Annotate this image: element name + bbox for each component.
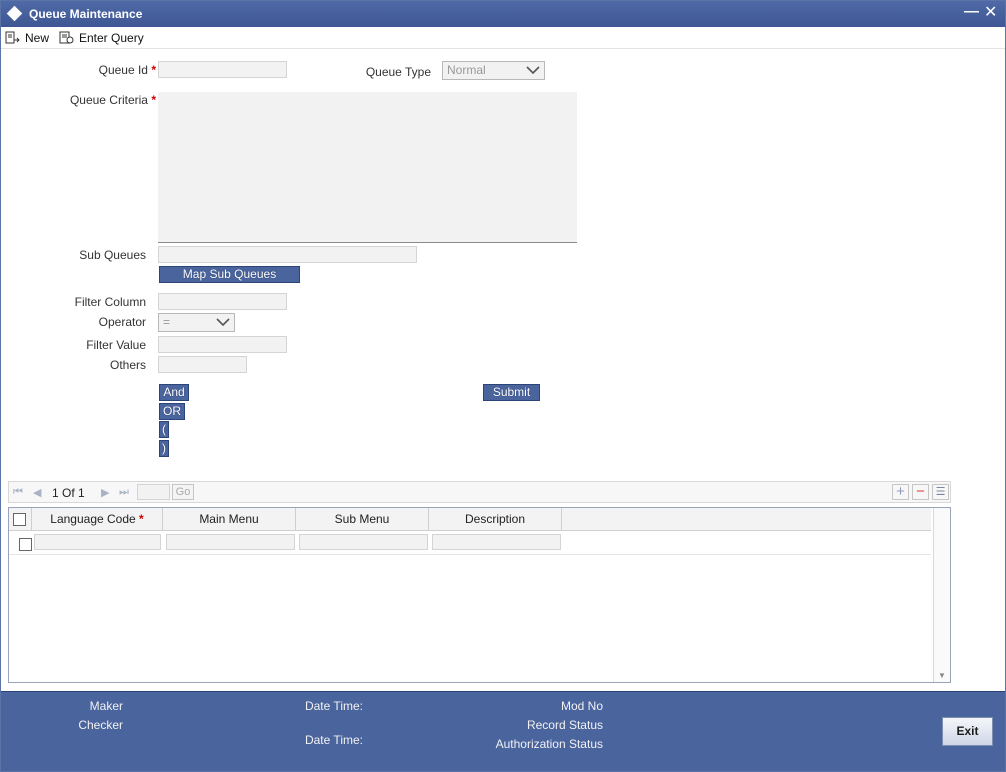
queue-criteria-textarea[interactable] [158, 92, 577, 243]
authorization-status-label: Authorization Status [495, 737, 603, 751]
last-page-icon[interactable]: ⏭ [119, 486, 129, 499]
single-view-icon[interactable]: ☰ [932, 484, 949, 500]
maker-label: Maker [89, 699, 123, 713]
close-icon[interactable]: ✕ [984, 2, 997, 22]
grid-vertical-scrollbar[interactable]: ▼ [933, 508, 950, 682]
close-paren-button[interactable]: ) [159, 440, 169, 457]
others-input[interactable] [158, 356, 247, 373]
grid-pagination-bar: ⏮ ◀ 1 Of 1 ▶ ⏭ Go + − ☰ [8, 481, 951, 503]
go-button[interactable]: Go [172, 484, 194, 500]
grid-header: Language Code * Main Menu Sub Menu Descr… [9, 508, 931, 531]
page-total: 1 [78, 486, 85, 500]
toolbar: New Enter Query [1, 27, 1005, 49]
queue-maintenance-window: Queue Maintenance — ✕ New Enter Query Qu… [0, 0, 1006, 772]
app-diamond-icon [6, 5, 23, 22]
first-page-icon[interactable]: ⏮ [13, 486, 23, 499]
add-row-icon[interactable]: + [892, 484, 909, 500]
column-header-sub-menu[interactable]: Sub Menu [296, 508, 429, 531]
delete-row-icon[interactable]: − [912, 484, 929, 500]
maker-date-time-label: Date Time: [304, 699, 363, 713]
column-header-language-code[interactable]: Language Code * [32, 508, 163, 531]
queue-criteria-label-text: Queue Criteria [69, 93, 148, 107]
next-page-icon[interactable]: ▶ [101, 486, 109, 499]
queue-id-label-text: Queue Id [98, 63, 148, 77]
exit-button[interactable]: Exit [942, 717, 993, 746]
select-all-checkbox[interactable] [13, 513, 26, 526]
column-header-description[interactable]: Description [429, 508, 562, 531]
queue-type-label: Queue Type [365, 65, 431, 79]
scroll-down-icon[interactable]: ▼ [938, 671, 946, 680]
operator-label: Operator [98, 315, 146, 329]
chevron-down-icon [526, 66, 540, 75]
checker-date-time-label: Date Time: [304, 733, 363, 747]
queue-type-value: Normal [447, 63, 486, 77]
new-label: New [25, 31, 50, 45]
chevron-down-icon [216, 318, 230, 327]
filter-value-input[interactable] [158, 336, 287, 353]
previous-page-icon[interactable]: ◀ [33, 486, 41, 499]
others-label: Others [109, 358, 146, 372]
queue-id-input[interactable] [158, 61, 287, 78]
map-sub-queues-button[interactable]: Map Sub Queues [159, 266, 300, 283]
enter-query-label: Enter Query [79, 31, 144, 45]
language-code-input[interactable] [34, 534, 161, 550]
column-header-main-menu[interactable]: Main Menu [163, 508, 296, 531]
required-marker: * [151, 93, 156, 107]
language-grid: Language Code * Main Menu Sub Menu Descr… [8, 507, 951, 683]
submit-button[interactable]: Submit [483, 384, 540, 401]
open-paren-button[interactable]: ( [159, 421, 169, 438]
mod-no-label: Mod No [560, 699, 603, 713]
queue-id-label: Queue Id * [61, 63, 156, 77]
column-header-label: Language Code [50, 512, 136, 526]
filter-column-input[interactable] [158, 293, 287, 310]
new-icon [5, 31, 20, 44]
page-number-input[interactable] [137, 484, 170, 500]
row-checkbox[interactable] [19, 538, 32, 551]
enter-query-button[interactable]: Enter Query [59, 29, 144, 47]
main-menu-input[interactable] [166, 534, 295, 550]
checker-label: Checker [78, 718, 123, 732]
or-button[interactable]: OR [159, 403, 185, 420]
sub-menu-input[interactable] [299, 534, 428, 550]
description-input[interactable] [432, 534, 561, 550]
queue-criteria-label: Queue Criteria * [41, 93, 156, 107]
page-current: 1 [52, 486, 59, 500]
window-title: Queue Maintenance [29, 7, 143, 21]
required-marker: * [139, 512, 144, 526]
table-row [9, 532, 931, 555]
operator-select[interactable]: = [158, 313, 235, 332]
sub-queues-input[interactable] [158, 246, 417, 263]
filter-value-label: Filter Value [86, 338, 146, 352]
page-of: Of [62, 486, 75, 500]
filter-column-label: Filter Column [74, 295, 146, 309]
new-button[interactable]: New [5, 29, 49, 47]
required-marker: * [151, 63, 156, 77]
audit-footer: Maker Checker Date Time: Date Time: Mod … [1, 691, 1005, 771]
select-all-cell [9, 508, 32, 531]
sub-queues-label: Sub Queues [79, 248, 146, 262]
minimize-icon[interactable]: — [964, 3, 979, 20]
operator-value: = [163, 315, 171, 329]
enter-query-icon [59, 31, 74, 44]
page-indicator: 1 Of 1 [52, 486, 85, 500]
title-bar: Queue Maintenance — ✕ [1, 1, 1005, 27]
and-button[interactable]: And [159, 384, 189, 401]
record-status-label: Record Status [526, 718, 603, 732]
queue-type-select[interactable]: Normal [442, 61, 545, 80]
